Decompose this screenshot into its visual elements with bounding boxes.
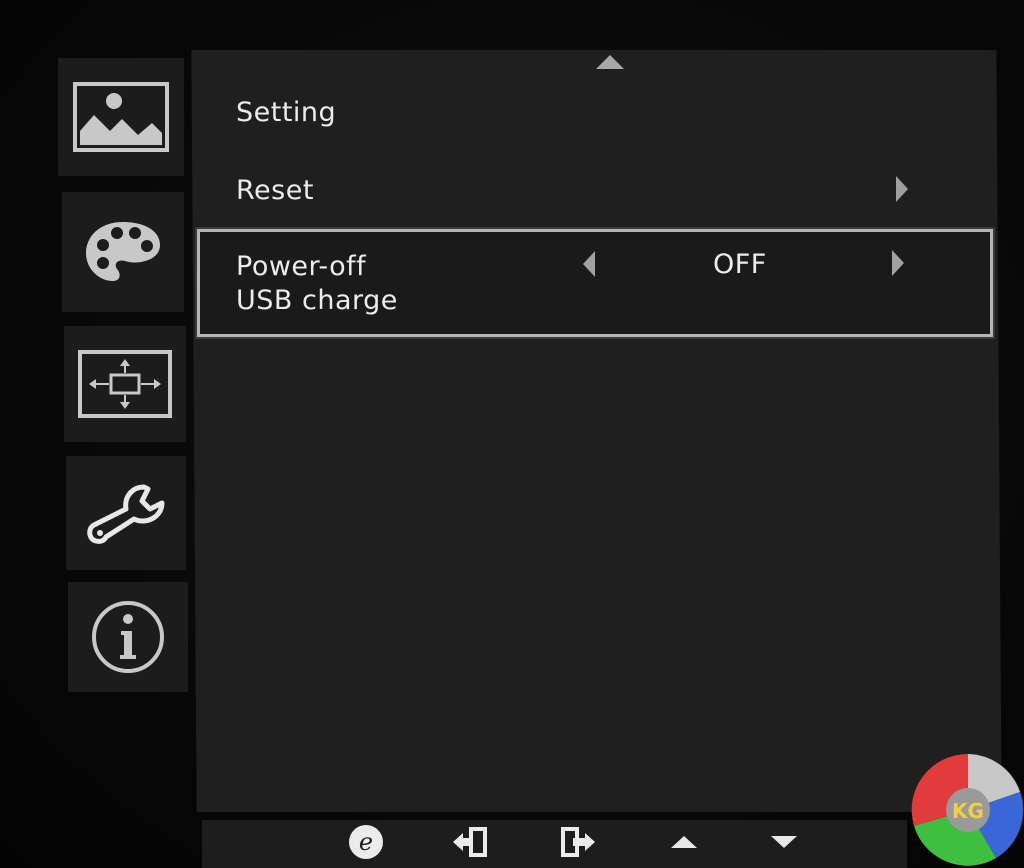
value-increase-arrow-icon[interactable] xyxy=(892,250,904,276)
sidebar-item-settings[interactable] xyxy=(66,456,186,570)
down-key[interactable] xyxy=(754,820,814,864)
menu-item-power-off-usb-charge[interactable] xyxy=(195,227,995,339)
kitguru-logo-watermark: KG xyxy=(911,753,1024,866)
up-key[interactable] xyxy=(654,820,714,864)
sidebar-item-display[interactable] xyxy=(64,326,186,442)
monitor-osd-screen: Setting Reset Power-off USB charge OFF e xyxy=(0,0,1024,868)
value-decrease-arrow-icon[interactable] xyxy=(583,251,595,277)
e-key[interactable]: e xyxy=(336,820,396,864)
display-position-icon xyxy=(78,350,172,418)
info-icon xyxy=(92,601,164,673)
power-off-label-line1: Power-off xyxy=(236,251,367,282)
up-arrow-icon xyxy=(671,836,697,848)
sidebar-item-picture[interactable] xyxy=(58,58,184,176)
reset-submenu-arrow-icon[interactable] xyxy=(896,176,908,202)
sidebar-item-info[interactable] xyxy=(68,582,188,692)
exit-key[interactable] xyxy=(548,820,608,864)
logo-lettering: KG xyxy=(952,799,984,823)
wrench-icon xyxy=(87,484,165,544)
palette-icon xyxy=(86,222,160,281)
menu-item-reset[interactable]: Reset xyxy=(236,175,314,206)
picture-icon xyxy=(73,82,169,152)
exit-icon xyxy=(561,827,595,857)
menu-item-setting[interactable]: Setting xyxy=(236,97,336,128)
power-off-label-line2: USB charge xyxy=(236,285,398,316)
power-off-usb-charge-value: OFF xyxy=(713,249,767,280)
osd-menu-panel xyxy=(191,50,1002,812)
svg-text:e: e xyxy=(359,828,373,856)
enter-icon xyxy=(453,827,487,857)
scroll-up-icon[interactable] xyxy=(596,55,624,69)
e-key-icon: e xyxy=(349,825,383,859)
down-arrow-icon xyxy=(771,836,797,848)
enter-key[interactable] xyxy=(440,820,500,864)
sidebar-item-color[interactable] xyxy=(62,192,184,312)
